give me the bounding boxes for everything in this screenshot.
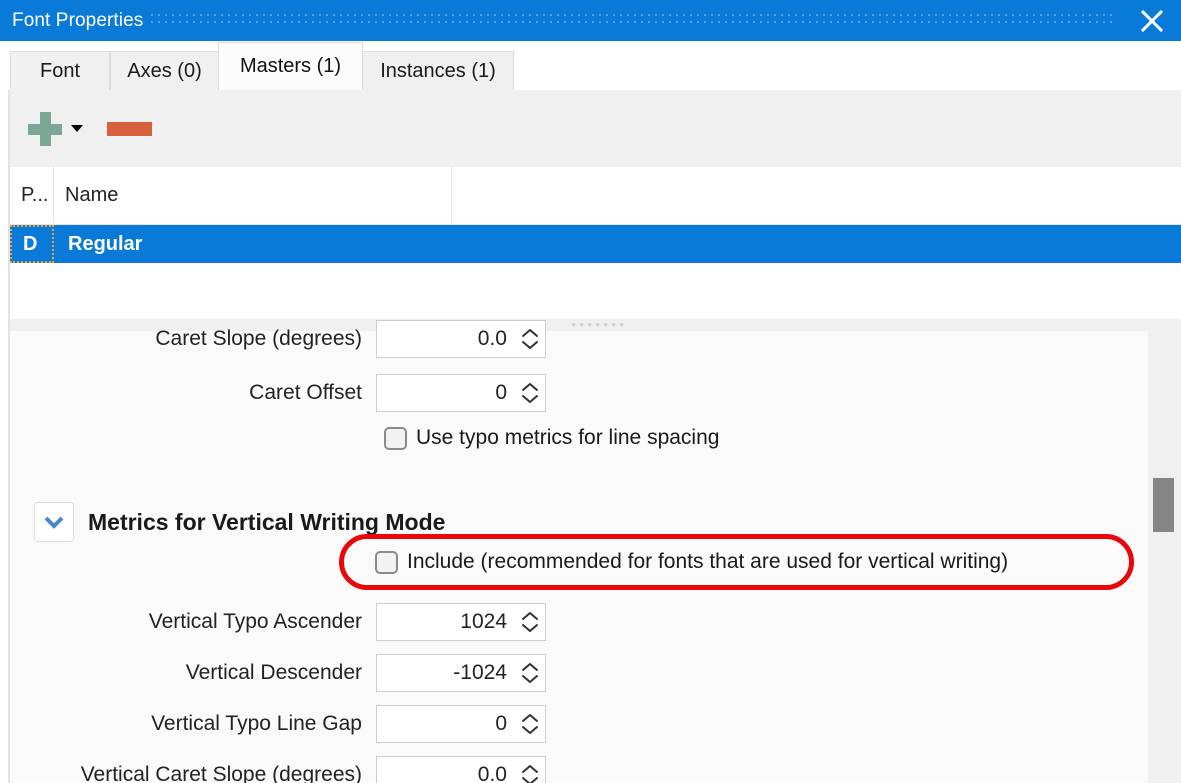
include-vertical-writing-checkbox[interactable] bbox=[375, 550, 398, 574]
table-row[interactable]: D Regular bbox=[10, 225, 1181, 263]
chevron-up-icon bbox=[520, 381, 540, 393]
tab-axes[interactable]: Axes (0) bbox=[110, 51, 219, 90]
chevron-down-icon bbox=[520, 724, 540, 736]
field-label: Caret Slope (degrees) bbox=[155, 327, 362, 350]
typo-metrics-checkbox[interactable] bbox=[384, 426, 407, 450]
chevron-up-icon bbox=[520, 763, 540, 775]
field-value: -1024 bbox=[453, 661, 507, 684]
remove-master-button[interactable] bbox=[107, 121, 152, 136]
field-label: Vertical Caret Slope (degrees) bbox=[80, 763, 362, 783]
spinner-arrows[interactable] bbox=[515, 604, 545, 640]
spinner-arrows[interactable] bbox=[515, 655, 545, 691]
typo-metrics-checkbox-row: Use typo metrics for line spacing bbox=[384, 426, 719, 450]
tab-label: Axes (0) bbox=[127, 59, 202, 82]
chevron-down-icon bbox=[520, 775, 540, 783]
section-expander-button[interactable] bbox=[34, 502, 74, 542]
title-bar-drag-grip[interactable] bbox=[151, 13, 1115, 28]
field-label: Vertical Typo Ascender bbox=[148, 610, 362, 633]
tab-label: Font bbox=[39, 59, 81, 82]
field-vertical-typo-ascender: Vertical Typo Ascender 1024 bbox=[10, 603, 546, 641]
plus-icon bbox=[28, 111, 62, 146]
column-header-blank[interactable] bbox=[452, 167, 1181, 224]
typo-metrics-label[interactable]: Use typo metrics for line spacing bbox=[416, 426, 719, 450]
tab-instances[interactable]: Instances (1) bbox=[362, 51, 514, 90]
tab-font[interactable]: Font bbox=[10, 51, 110, 90]
spinner-arrows[interactable] bbox=[515, 706, 545, 742]
tab-strip: Font Axes (0) Masters (1) Instances (1) bbox=[0, 41, 1181, 91]
vertical-descender-input[interactable]: -1024 bbox=[376, 654, 546, 692]
chevron-down-icon bbox=[520, 622, 540, 634]
section-title: Metrics for Vertical Writing Mode bbox=[88, 508, 446, 535]
splitter-grip-icon bbox=[572, 323, 627, 328]
spinner-arrows[interactable] bbox=[515, 321, 545, 357]
chevron-up-icon bbox=[520, 661, 540, 673]
add-master-button[interactable] bbox=[28, 111, 83, 146]
tab-masters[interactable]: Masters (1) bbox=[218, 42, 363, 90]
field-vertical-caret-slope: Vertical Caret Slope (degrees) 0.0 bbox=[10, 756, 546, 783]
include-vertical-writing-row: Include (recommended for fonts that are … bbox=[375, 550, 1008, 574]
row-cell-name[interactable]: Regular bbox=[54, 225, 1181, 263]
field-caret-offset: Caret Offset 0 bbox=[10, 374, 546, 412]
window-title: Font Properties bbox=[12, 9, 144, 31]
caret-slope-input[interactable]: 0.0 bbox=[376, 320, 546, 358]
field-value: 0 bbox=[495, 381, 507, 404]
form-scrollbar[interactable] bbox=[1148, 331, 1181, 783]
field-label: Caret Offset bbox=[249, 381, 362, 404]
column-header-name[interactable]: Name bbox=[54, 167, 452, 224]
masters-toolbar bbox=[9, 90, 1181, 167]
field-value: 0.0 bbox=[477, 327, 507, 350]
chevron-down-icon bbox=[42, 513, 66, 531]
field-value: 0.0 bbox=[477, 763, 507, 783]
column-header-p[interactable]: P... bbox=[10, 167, 54, 224]
dialog-left-edge bbox=[0, 90, 9, 783]
spinner-arrows[interactable] bbox=[515, 375, 545, 411]
chevron-up-icon bbox=[520, 610, 540, 622]
title-bar: Font Properties bbox=[0, 0, 1181, 41]
font-properties-dialog: Font Properties Font Axes (0) Masters (1… bbox=[0, 0, 1181, 783]
field-label: Vertical Descender bbox=[185, 661, 362, 684]
chevron-down-icon bbox=[520, 339, 540, 351]
chevron-down-icon bbox=[520, 673, 540, 685]
field-value: 1024 bbox=[460, 610, 507, 633]
vertical-typo-ascender-input[interactable]: 1024 bbox=[376, 603, 546, 641]
field-vertical-typo-line-gap: Vertical Typo Line Gap 0 bbox=[10, 705, 546, 743]
field-vertical-descender: Vertical Descender -1024 bbox=[10, 654, 546, 692]
chevron-down-icon bbox=[520, 393, 540, 405]
caret-offset-input[interactable]: 0 bbox=[376, 374, 546, 412]
spinner-arrows[interactable] bbox=[515, 757, 545, 783]
chevron-down-icon[interactable] bbox=[71, 125, 83, 132]
row-cell-p[interactable]: D bbox=[10, 225, 54, 263]
close-button[interactable] bbox=[1123, 0, 1181, 41]
vertical-typo-line-gap-input[interactable]: 0 bbox=[376, 705, 546, 743]
table-header-row: P... Name bbox=[10, 167, 1181, 225]
close-icon bbox=[1139, 8, 1165, 34]
field-caret-slope: Caret Slope (degrees) 0.0 bbox=[10, 320, 546, 358]
scrollbar-thumb[interactable] bbox=[1153, 478, 1174, 532]
field-label: Vertical Typo Line Gap bbox=[151, 712, 362, 735]
chevron-up-icon bbox=[520, 327, 540, 339]
chevron-up-icon bbox=[520, 712, 540, 724]
tab-label: Instances (1) bbox=[380, 59, 496, 82]
include-vertical-writing-label[interactable]: Include (recommended for fonts that are … bbox=[407, 550, 1008, 574]
masters-table: P... Name D Regular bbox=[9, 167, 1181, 319]
vertical-caret-slope-input[interactable]: 0.0 bbox=[376, 756, 546, 783]
vertical-metrics-section-header[interactable]: Metrics for Vertical Writing Mode bbox=[34, 502, 445, 542]
tab-label: Masters (1) bbox=[239, 55, 342, 77]
field-value: 0 bbox=[495, 712, 507, 735]
